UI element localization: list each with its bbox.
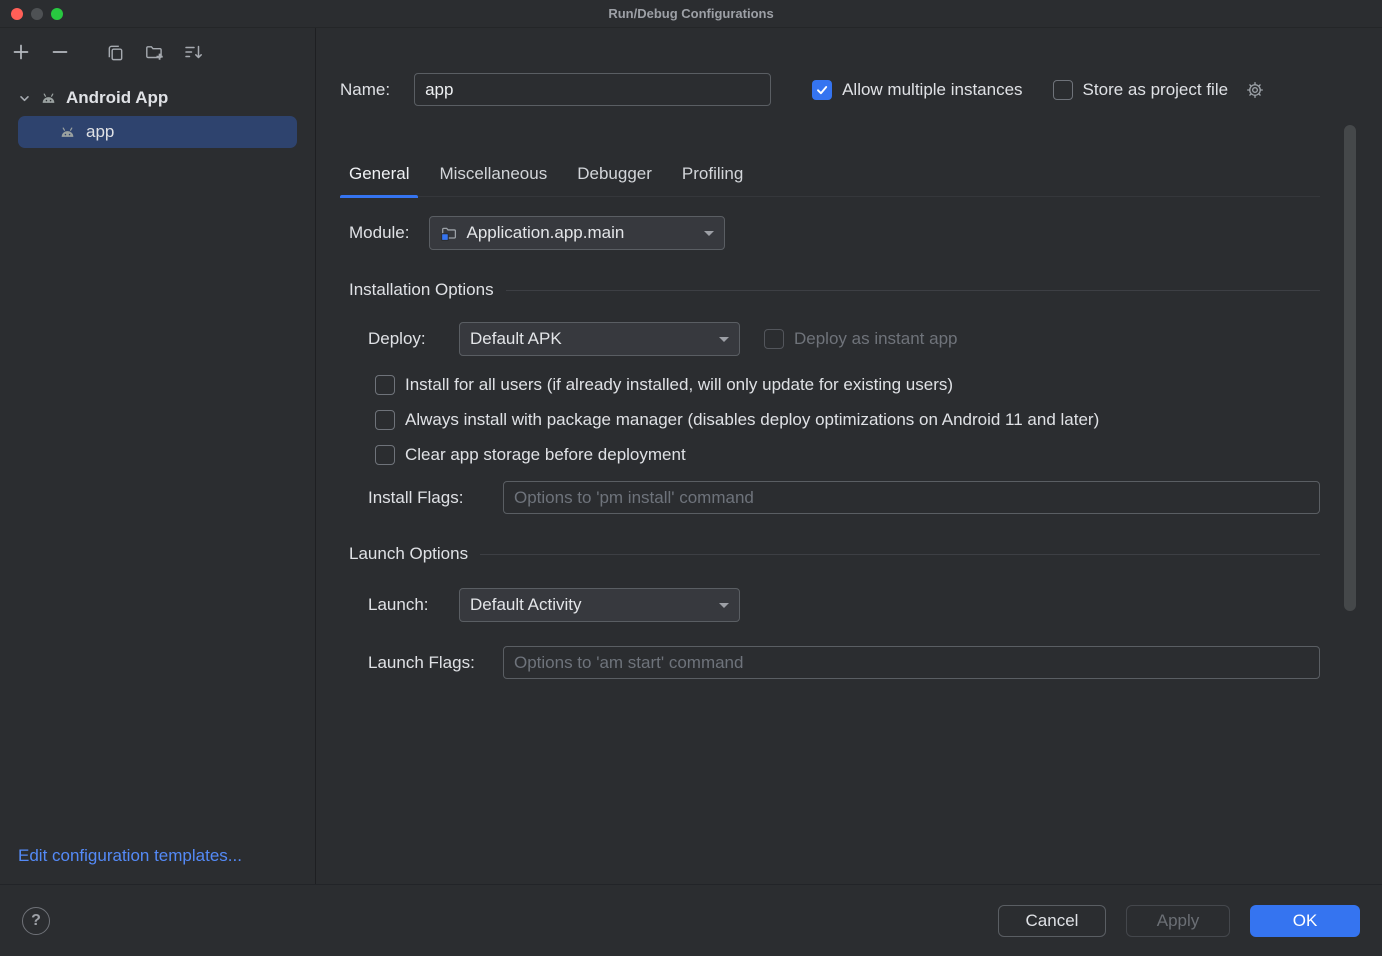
checkbox-unchecked-icon[interactable] [375, 445, 395, 465]
dropdown-arrow-icon [719, 603, 729, 608]
close-window-button[interactable] [11, 8, 23, 20]
ok-button[interactable]: OK [1250, 905, 1360, 937]
install-for-all-users-checkbox[interactable]: Install for all users (if already instal… [375, 367, 1320, 402]
launch-options-section: Launch Options [340, 544, 1320, 564]
help-button[interactable]: ? [22, 907, 50, 935]
checkbox-unchecked-icon [764, 329, 784, 349]
sidebar: Android App app Edit configuration templ… [0, 28, 316, 884]
launch-flags-label: Launch Flags: [368, 653, 503, 673]
tabs: General Miscellaneous Debugger Profiling [340, 151, 1320, 197]
vertical-scrollbar-thumb[interactable] [1344, 125, 1356, 611]
launch-flags-row: Launch Flags: [368, 646, 1320, 679]
dropdown-arrow-icon [719, 337, 729, 342]
allow-multiple-instances-checkbox[interactable]: Allow multiple instances [812, 80, 1022, 100]
chevron-down-icon[interactable] [18, 92, 31, 105]
traffic-lights [0, 8, 63, 20]
module-icon [440, 224, 458, 242]
deploy-dropdown[interactable]: Default APK [459, 322, 740, 356]
new-folder-icon[interactable] [143, 41, 165, 63]
launch-dropdown[interactable]: Default Activity [459, 588, 740, 622]
always-install-with-package-manager-label: Always install with package manager (dis… [405, 410, 1099, 430]
sort-alphabetically-icon[interactable] [182, 41, 204, 63]
name-input[interactable] [414, 73, 771, 106]
deploy-row: Deploy: Default APK Deploy as instant ap… [368, 322, 1320, 356]
store-as-project-file-checkbox[interactable]: Store as project file [1053, 80, 1266, 100]
run-debug-configurations-window: Run/Debug Configurations [0, 0, 1382, 956]
clear-app-storage-label: Clear app storage before deployment [405, 445, 686, 465]
tab-general[interactable]: General [349, 151, 409, 197]
cancel-button[interactable]: Cancel [998, 905, 1106, 937]
section-divider [480, 554, 1320, 555]
edit-configuration-templates-link[interactable]: Edit configuration templates... [0, 846, 315, 884]
install-flags-row: Install Flags: [368, 481, 1320, 514]
clear-app-storage-checkbox[interactable]: Clear app storage before deployment [375, 437, 1320, 472]
install-flags-input[interactable] [503, 481, 1320, 514]
android-icon [58, 123, 77, 142]
apply-button[interactable]: Apply [1126, 905, 1230, 937]
configuration-editor-panel: Name: Allow multiple instances Store as … [316, 28, 1382, 884]
deploy-label: Deploy: [368, 329, 459, 349]
launch-flags-input[interactable] [503, 646, 1320, 679]
checkbox-unchecked-icon[interactable] [375, 375, 395, 395]
gear-icon[interactable] [1245, 80, 1265, 100]
tree-item-label: app [86, 122, 114, 142]
question-mark-icon: ? [31, 912, 41, 930]
checkbox-unchecked-icon[interactable] [375, 410, 395, 430]
tree-group-label: Android App [66, 88, 168, 108]
tab-profiling[interactable]: Profiling [682, 151, 743, 197]
remove-icon[interactable] [49, 41, 71, 63]
installation-options-title: Installation Options [349, 280, 494, 300]
checkbox-checked-icon[interactable] [812, 80, 832, 100]
section-divider [506, 290, 1320, 291]
tree-item-app[interactable]: app [18, 116, 297, 148]
installation-checkbox-list: Install for all users (if already instal… [375, 367, 1320, 472]
allow-multiple-instances-label: Allow multiple instances [842, 80, 1022, 100]
tab-debugger[interactable]: Debugger [577, 151, 652, 197]
footer: ? Cancel Apply OK [0, 884, 1382, 956]
dropdown-arrow-icon [704, 231, 714, 236]
deploy-as-instant-app-label: Deploy as instant app [794, 329, 958, 349]
checkbox-unchecked-icon[interactable] [1053, 80, 1073, 100]
module-row: Module: Application.app.main [340, 216, 1320, 250]
configurations-tree: Android App app [0, 73, 315, 846]
window-title: Run/Debug Configurations [0, 6, 1382, 21]
android-icon [39, 89, 58, 108]
launch-row: Launch: Default Activity [368, 588, 1320, 622]
installation-options-section: Installation Options [340, 280, 1320, 300]
name-row: Name: Allow multiple instances Store as … [340, 73, 1320, 106]
launch-options-title: Launch Options [349, 544, 468, 564]
name-label: Name: [340, 80, 390, 100]
tab-miscellaneous[interactable]: Miscellaneous [439, 151, 547, 197]
launch-label: Launch: [368, 595, 459, 615]
fullscreen-window-button[interactable] [51, 8, 63, 20]
launch-value: Default Activity [470, 595, 582, 615]
module-label: Module: [349, 223, 409, 243]
copy-icon[interactable] [104, 41, 126, 63]
sidebar-toolbar [0, 28, 315, 73]
store-as-project-file-label: Store as project file [1083, 80, 1229, 100]
dialog-body: Android App app Edit configuration templ… [0, 28, 1382, 884]
minimize-window-button[interactable] [31, 8, 43, 20]
module-value: Application.app.main [466, 223, 624, 243]
tree-group-android-app[interactable]: Android App [0, 83, 315, 113]
install-flags-label: Install Flags: [368, 488, 503, 508]
deploy-as-instant-app-checkbox: Deploy as instant app [764, 329, 958, 349]
module-dropdown[interactable]: Application.app.main [429, 216, 725, 250]
always-install-with-package-manager-checkbox[interactable]: Always install with package manager (dis… [375, 402, 1320, 437]
titlebar: Run/Debug Configurations [0, 0, 1382, 28]
deploy-value: Default APK [470, 329, 562, 349]
install-for-all-users-label: Install for all users (if already instal… [405, 375, 953, 395]
add-icon[interactable] [10, 41, 32, 63]
